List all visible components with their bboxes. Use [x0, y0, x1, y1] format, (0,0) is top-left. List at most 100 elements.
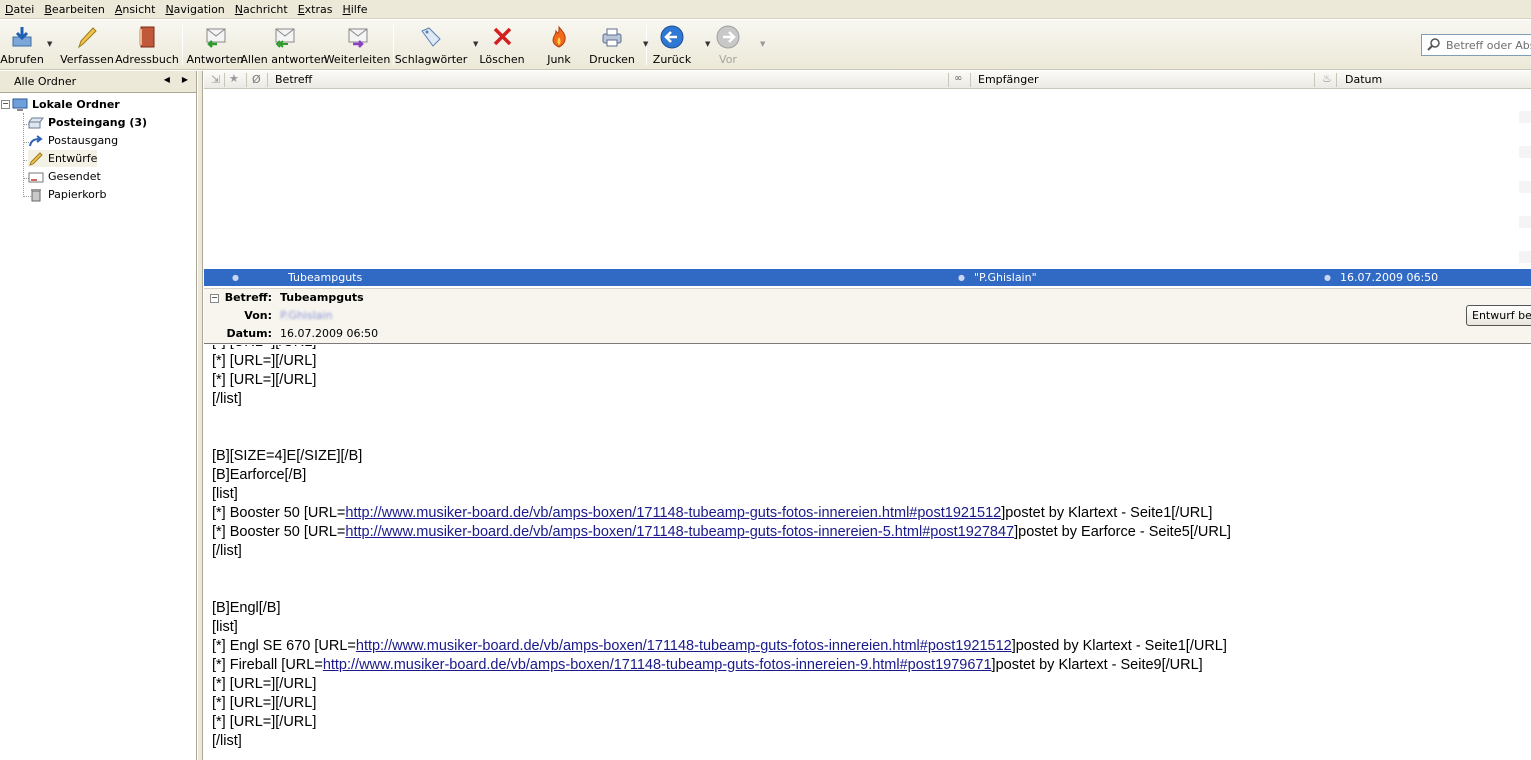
- folder-local-root[interactable]: − Lokale Ordner: [1, 96, 120, 113]
- thread-pane: ⇲ ★ Ø Betreff ∞ Empfänger ♨ Datum ● Tube…: [204, 71, 1531, 287]
- message-body: [*] [URL=][/URL] [*] [URL=][/URL] [*] [URL…: [204, 345, 1531, 760]
- menu-extras[interactable]: Extras: [293, 1, 338, 18]
- body-line: [/list]: [212, 543, 242, 559]
- pencil-icon: [74, 24, 100, 50]
- menu-nachricht[interactable]: Nachricht: [230, 1, 293, 18]
- menu-bar: Datei Bearbeiten Ansicht Navigation Nach…: [0, 0, 1531, 19]
- search-icon: [1426, 37, 1442, 54]
- body-text: [*] Booster 50 [URL=: [212, 524, 346, 540]
- read-status-column-icon[interactable]: ∞: [954, 73, 962, 84]
- tags-button[interactable]: Schlagwörter: [395, 20, 467, 68]
- compose-label: Verfassen: [60, 53, 114, 66]
- folder-inbox-label: Posteingang (3): [48, 116, 148, 129]
- menu-ansicht[interactable]: Ansicht: [110, 1, 161, 18]
- body-line: [B]Engl[/B]: [212, 600, 281, 616]
- folder-local-root-label: Lokale Ordner: [32, 98, 120, 111]
- download-icon: [9, 24, 35, 50]
- column-divider[interactable]: [948, 73, 949, 87]
- column-divider[interactable]: [1314, 73, 1315, 87]
- message-header: − Betreff: Tubeampguts Von: P.Ghislain D…: [204, 288, 1531, 344]
- get-mail-label: Abrufen: [0, 53, 44, 66]
- column-divider[interactable]: [246, 73, 247, 87]
- body-line: [*] [URL=][/URL]: [212, 676, 317, 692]
- body-line: [list]: [212, 486, 238, 502]
- thread-column-icon[interactable]: ⇲: [211, 73, 220, 86]
- junk-button[interactable]: Junk: [536, 20, 582, 68]
- body-line: [*] [URL=][/URL]: [212, 353, 317, 369]
- forward-nav-button[interactable]: Vor: [707, 20, 749, 68]
- column-date[interactable]: Datum: [1345, 73, 1382, 86]
- body-line: [*] Booster 50 [URL=http://www.musiker-b…: [212, 523, 1231, 542]
- pane-splitter[interactable]: [198, 71, 203, 760]
- reply-all-button[interactable]: Allen antworten: [240, 20, 328, 68]
- folder-drafts[interactable]: Entwürfe: [28, 150, 98, 167]
- print-button[interactable]: Drucken: [586, 20, 638, 68]
- header-subject-value: Tubeampguts: [280, 291, 364, 304]
- column-divider[interactable]: [1336, 73, 1337, 87]
- forward-button[interactable]: Weiterleiten: [324, 20, 390, 68]
- back-arrow-icon: [659, 24, 685, 50]
- menu-bearbeiten[interactable]: Bearbeiten: [39, 1, 109, 18]
- body-link[interactable]: http://www.musiker-board.de/vb/amps-boxe…: [323, 657, 992, 673]
- header-subject: Betreff: Tubeampguts: [204, 291, 364, 304]
- header-from-value[interactable]: P.Ghislain: [280, 309, 333, 322]
- search-input[interactable]: Betreff oder Abs: [1421, 34, 1531, 56]
- printer-icon: [599, 24, 625, 50]
- row-subject: Tubeampguts: [288, 271, 363, 284]
- read-dot-icon[interactable]: ●: [958, 273, 965, 282]
- compose-button[interactable]: Verfassen: [58, 20, 116, 68]
- scrollbar-fragment: [1519, 251, 1531, 263]
- drafts-pencil-icon: [28, 151, 44, 166]
- message-row-selected[interactable]: ● Tubeampguts ● "P.Ghislain" ● 16.07.200…: [204, 269, 1531, 286]
- scrollbar-fragment: [1519, 216, 1531, 228]
- column-divider[interactable]: [970, 73, 971, 87]
- column-divider[interactable]: [267, 73, 268, 87]
- address-book-icon: [134, 24, 160, 50]
- body-line: [*] Fireball [URL=http://www.musiker-boa…: [212, 656, 1203, 675]
- back-label: Zurück: [652, 53, 692, 66]
- reply-button[interactable]: Antworten: [186, 20, 244, 68]
- next-view-icon[interactable]: ▶: [182, 75, 188, 84]
- print-dropdown-icon[interactable]: ▼: [643, 40, 648, 48]
- prev-view-icon[interactable]: ◀: [164, 75, 170, 84]
- body-text: [*] Fireball [URL=: [212, 657, 323, 673]
- scrollbar-fragment: [1519, 146, 1531, 158]
- get-mail-button[interactable]: Abrufen: [0, 20, 44, 68]
- column-subject[interactable]: Betreff: [275, 73, 312, 86]
- column-divider[interactable]: [224, 73, 225, 87]
- body-link[interactable]: http://www.musiker-board.de/vb/amps-boxe…: [345, 524, 1014, 540]
- body-link[interactable]: http://www.musiker-board.de/vb/amps-boxe…: [356, 638, 1012, 654]
- tree-line: [23, 113, 24, 195]
- body-line: [*] [URL=][/URL]: [212, 714, 317, 730]
- folder-trash[interactable]: Papierkorb: [28, 186, 106, 203]
- junk-dot-icon[interactable]: ●: [1324, 273, 1331, 282]
- folder-trash-label: Papierkorb: [48, 188, 107, 201]
- computer-icon: [12, 98, 28, 112]
- reply-label: Antworten: [186, 53, 244, 66]
- tags-label: Schlagwörter: [394, 53, 468, 66]
- attachment-column-icon[interactable]: Ø: [252, 73, 261, 86]
- body-line: [B]Earforce[/B]: [212, 467, 307, 483]
- row-recipient: "P.Ghislain": [974, 271, 1037, 284]
- body-link[interactable]: http://www.musiker-board.de/vb/amps-boxe…: [345, 505, 1001, 521]
- junk-status-column-icon[interactable]: ♨: [1322, 72, 1332, 85]
- folder-outbox[interactable]: Postausgang: [28, 132, 118, 149]
- collapse-icon[interactable]: −: [1, 100, 10, 109]
- menu-hilfe[interactable]: Hilfe: [337, 1, 372, 18]
- outbox-arrow-icon: [28, 134, 44, 148]
- get-mail-dropdown-icon[interactable]: ▼: [47, 40, 52, 48]
- column-recipient[interactable]: Empfänger: [978, 73, 1039, 86]
- star-dot-icon[interactable]: ●: [232, 273, 239, 282]
- star-column-icon[interactable]: ★: [229, 72, 239, 85]
- menu-datei[interactable]: Datei: [0, 1, 39, 18]
- address-book-button[interactable]: Adressbuch: [115, 20, 179, 68]
- edit-draft-button[interactable]: Entwurf bea: [1466, 305, 1531, 326]
- folder-sent[interactable]: Gesendet: [28, 168, 101, 185]
- menu-navigation[interactable]: Navigation: [160, 1, 229, 18]
- folder-inbox[interactable]: Posteingang (3): [28, 114, 147, 131]
- address-book-label: Adressbuch: [115, 53, 179, 66]
- back-button[interactable]: Zurück: [651, 20, 693, 68]
- delete-button[interactable]: Löschen: [478, 20, 526, 68]
- forward-nav-dropdown-icon[interactable]: ▼: [760, 40, 765, 48]
- folder-drafts-label: Entwürfe: [48, 152, 98, 165]
